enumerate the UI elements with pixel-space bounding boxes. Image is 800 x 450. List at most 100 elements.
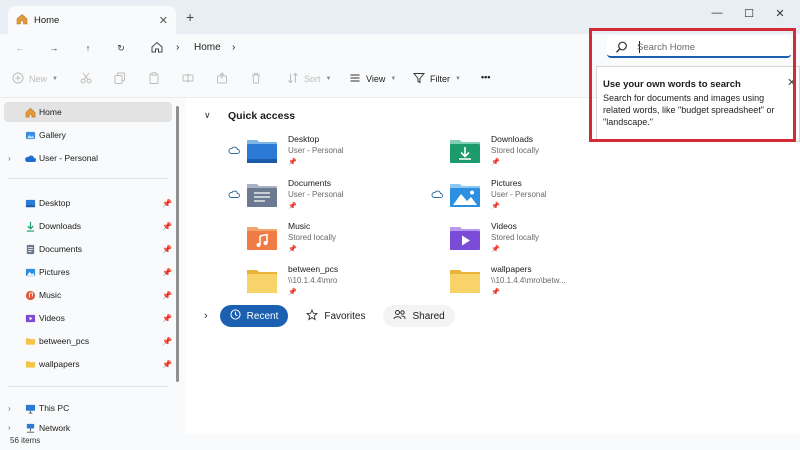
sidebar-item-documents[interactable]: Documents 📌: [4, 239, 172, 259]
breadcrumb-chevron[interactable]: ›: [232, 42, 235, 53]
sidebar-item-label: Documents: [39, 244, 82, 254]
downloads-icon: [24, 221, 36, 232]
pin-icon[interactable]: 📌: [162, 337, 172, 346]
pin-icon[interactable]: 📌: [162, 199, 172, 208]
desktop-folder-icon: [246, 136, 278, 164]
close-icon[interactable]: ✕: [787, 76, 796, 89]
item-name: Music: [288, 221, 311, 231]
pin-icon: 📌: [491, 203, 500, 210]
refresh-button[interactable]: ↻: [112, 39, 130, 57]
pin-icon[interactable]: 📌: [162, 245, 172, 254]
sidebar-item-label: Music: [39, 290, 62, 300]
sort-label: Sort: [304, 74, 321, 84]
filter-button[interactable]: Filter ▼: [412, 72, 461, 86]
item-location: User - Personal: [288, 190, 344, 199]
minimize-button[interactable]: —: [705, 4, 729, 22]
sidebar-item-music[interactable]: Music 📌: [4, 285, 172, 305]
status-bar: 56 items: [0, 434, 800, 450]
chevron-right-icon[interactable]: ›: [8, 154, 11, 163]
navigation-pane: Home Gallery › User - Personal Desktop 📌…: [0, 98, 186, 434]
item-location: \\10.1.4.4\mro: [288, 276, 338, 285]
rename-button[interactable]: [182, 72, 194, 86]
breadcrumb-home[interactable]: Home: [194, 42, 221, 53]
copy-button[interactable]: [114, 72, 126, 86]
new-tab-button[interactable]: +: [186, 9, 194, 25]
view-button[interactable]: View ▼: [349, 72, 396, 86]
collapse-chevron-icon[interactable]: ∨: [204, 110, 211, 121]
search-box[interactable]: [607, 36, 791, 58]
sidebar-item-this-pc[interactable]: › This PC: [4, 398, 172, 418]
sort-icon: [287, 72, 299, 86]
sidebar-divider: [8, 386, 168, 387]
sidebar-item-label: wallpapers: [39, 359, 80, 369]
this-pc-icon: [24, 403, 36, 414]
item-location: \\10.1.4.4\mro\betw...: [491, 276, 566, 285]
sidebar-item-label: This PC: [39, 403, 70, 413]
search-input[interactable]: [637, 39, 785, 55]
delete-button[interactable]: [250, 72, 262, 86]
pin-icon[interactable]: 📌: [162, 360, 172, 369]
up-button[interactable]: ↑: [79, 39, 97, 57]
chip-shared[interactable]: Shared: [383, 305, 455, 327]
pin-icon[interactable]: 📌: [162, 268, 172, 277]
sidebar-item-wallpapers[interactable]: wallpapers 📌: [4, 354, 172, 374]
quick-access-item[interactable]: Music Stored locally 📌: [228, 221, 408, 259]
quick-access-item[interactable]: Videos Stored locally 📌: [431, 221, 611, 259]
chevron-right-icon[interactable]: ›: [8, 423, 11, 432]
close-window-button[interactable]: ✕: [768, 4, 792, 22]
tab-close-icon[interactable]: ✕: [159, 14, 168, 27]
sidebar-item-between-pcs[interactable]: between_pcs 📌: [4, 331, 172, 351]
home-icon: [16, 13, 28, 27]
chevron-down-icon: ▼: [52, 76, 58, 82]
sidebar-divider: [8, 178, 168, 179]
sidebar-scrollbar[interactable]: [176, 106, 179, 382]
chevron-right-icon[interactable]: ›: [8, 404, 11, 413]
quick-access-item[interactable]: Documents User - Personal 📌: [228, 178, 408, 216]
chip-label: Shared: [412, 310, 445, 322]
chip-favorites[interactable]: Favorites: [296, 305, 375, 327]
quick-access-item[interactable]: Desktop User - Personal 📌: [228, 134, 408, 172]
quick-access-item[interactable]: Downloads Stored locally 📌: [431, 134, 611, 172]
sidebar-item-label: Desktop: [39, 198, 71, 208]
back-button[interactable]: ←: [11, 39, 29, 57]
sidebar-item-network[interactable]: › Network: [4, 421, 172, 434]
documents-folder-icon: [246, 180, 278, 208]
quick-access-item[interactable]: wallpapers \\10.1.4.4\mro\betw... 📌: [431, 264, 611, 302]
pin-icon[interactable]: 📌: [162, 291, 172, 300]
paste-button[interactable]: [148, 72, 160, 86]
sidebar-item-downloads[interactable]: Downloads 📌: [4, 216, 172, 236]
cut-button[interactable]: [80, 72, 92, 86]
more-options-button[interactable]: •••: [481, 72, 490, 82]
new-button[interactable]: New ▼: [12, 72, 58, 86]
sort-button[interactable]: Sort ▼: [287, 72, 331, 86]
sidebar-item-gallery[interactable]: Gallery: [4, 125, 172, 145]
forward-button[interactable]: →: [45, 39, 63, 57]
sidebar-item-label: Pictures: [39, 267, 70, 277]
folder-icon: [24, 336, 36, 347]
tab-home[interactable]: Home ✕: [8, 6, 176, 34]
pin-icon[interactable]: 📌: [162, 222, 172, 231]
share-button[interactable]: [216, 72, 228, 86]
sidebar-item-label: User - Personal: [39, 153, 99, 163]
sidebar-item-home[interactable]: Home: [4, 102, 172, 122]
sidebar-item-desktop[interactable]: Desktop 📌: [4, 193, 172, 213]
share-icon: [216, 72, 228, 86]
sidebar-item-onedrive[interactable]: › User - Personal: [4, 148, 172, 168]
sidebar-item-videos[interactable]: Videos 📌: [4, 308, 172, 328]
view-list-icon: [349, 72, 361, 86]
maximize-button[interactable]: ☐: [737, 4, 761, 22]
pin-icon: 📌: [491, 246, 500, 253]
quick-access-title[interactable]: Quick access: [228, 110, 295, 122]
breadcrumb-separator[interactable]: ›: [176, 42, 179, 53]
expand-chevron-icon[interactable]: ›: [204, 310, 208, 322]
scissors-icon: [80, 72, 92, 86]
chip-recent[interactable]: Recent: [219, 305, 289, 327]
pin-icon[interactable]: 📌: [162, 314, 172, 323]
address-bar[interactable]: › Home ›: [142, 36, 586, 60]
item-location: Stored locally: [491, 233, 540, 242]
sidebar-item-pictures[interactable]: Pictures 📌: [4, 262, 172, 282]
quick-access-item[interactable]: between_pcs \\10.1.4.4\mro 📌: [228, 264, 408, 302]
quick-access-item[interactable]: Pictures User - Personal 📌: [431, 178, 611, 216]
item-name: between_pcs: [288, 264, 339, 274]
item-location: Stored locally: [288, 233, 337, 242]
